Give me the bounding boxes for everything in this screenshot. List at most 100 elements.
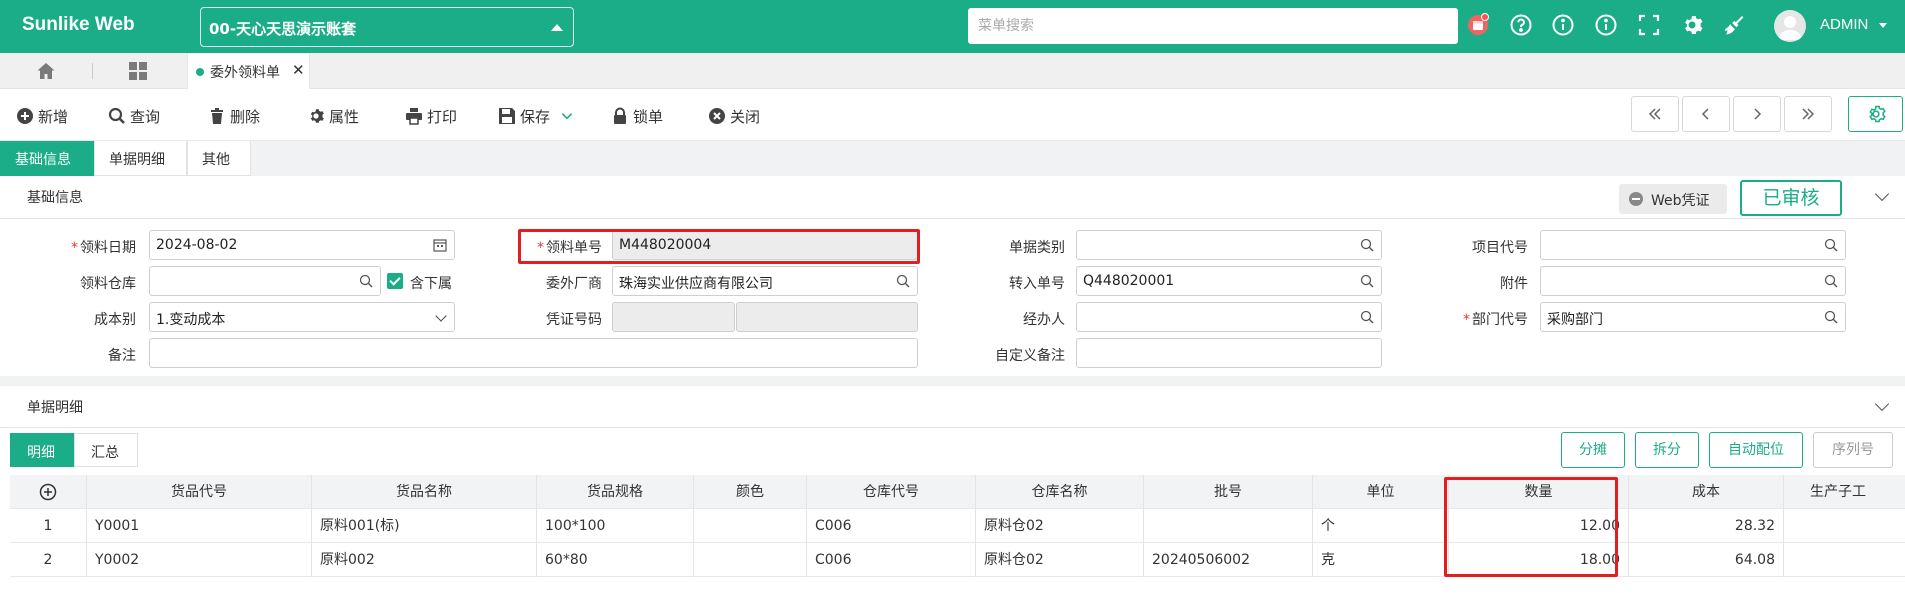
last-record-button[interactable] xyxy=(1784,96,1832,132)
tab-basic-info[interactable]: 基础信息 xyxy=(0,141,94,176)
user-name[interactable]: ADMIN xyxy=(1820,16,1868,33)
col-color[interactable]: 颜色 xyxy=(694,475,807,509)
tab-summary[interactable]: 汇总 xyxy=(74,433,138,467)
col-batch-no[interactable]: 批号 xyxy=(1144,475,1313,509)
web-voucher-button[interactable]: Web凭证 xyxy=(1619,184,1727,214)
col-unit[interactable]: 单位 xyxy=(1313,475,1449,509)
search-icon[interactable] xyxy=(359,274,373,288)
custom-remark-field[interactable] xyxy=(1076,338,1382,368)
warehouse-code-cell[interactable]: C006 xyxy=(807,509,976,543)
avatar[interactable] xyxy=(1774,10,1806,42)
color-cell[interactable] xyxy=(694,509,807,543)
caret-down-icon[interactable] xyxy=(1879,23,1887,28)
save-button[interactable]: 保存 xyxy=(498,105,574,127)
info-icon[interactable] xyxy=(1551,13,1575,37)
batch-no-cell[interactable] xyxy=(1144,509,1313,543)
serial-number-button[interactable]: 序列号 xyxy=(1813,432,1893,468)
delete-button[interactable]: 删除 xyxy=(208,105,260,127)
cost-type-select[interactable]: 1.变动成本 xyxy=(149,302,455,332)
warehouse-name-cell[interactable]: 原料仓02 xyxy=(976,509,1144,543)
cost-cell[interactable]: 64.08 xyxy=(1629,543,1784,577)
plus-circle-icon[interactable] xyxy=(39,483,57,501)
date-field[interactable]: 2024-08-02 xyxy=(149,230,455,260)
menu-search-input[interactable] xyxy=(968,8,1458,44)
chevron-down-icon[interactable] xyxy=(1874,396,1890,412)
item-name-cell[interactable]: 原料001(标) xyxy=(312,509,537,543)
col-warehouse-code[interactable]: 仓库代号 xyxy=(807,475,976,509)
search-icon[interactable] xyxy=(1360,274,1374,288)
warehouse-field[interactable] xyxy=(149,266,381,296)
cost-cell[interactable]: 28.32 xyxy=(1629,509,1784,543)
transfer-no-field[interactable]: Q448020001 xyxy=(1076,266,1382,296)
search-icon[interactable] xyxy=(1824,274,1838,288)
unit-cell[interactable]: 个 xyxy=(1313,509,1449,543)
print-button[interactable]: 打印 xyxy=(405,105,457,127)
production-sub-cell[interactable] xyxy=(1784,543,1905,577)
tab-document-details[interactable]: 单据明细 xyxy=(94,141,187,176)
add-row-cell[interactable] xyxy=(10,475,87,509)
attachment-field[interactable] xyxy=(1540,266,1846,296)
lock-button[interactable]: 锁单 xyxy=(611,105,663,127)
close-icon[interactable]: ✕ xyxy=(292,61,305,79)
settings-button[interactable] xyxy=(1848,96,1903,132)
add-button[interactable]: 新增 xyxy=(16,105,68,127)
divider xyxy=(92,63,93,79)
col-warehouse-name[interactable]: 仓库名称 xyxy=(976,475,1144,509)
project-code-field[interactable] xyxy=(1540,230,1846,260)
vendor-field[interactable]: 珠海实业供应商有限公司 xyxy=(612,266,918,296)
item-name-cell[interactable]: 原料002 xyxy=(312,543,537,577)
gear-icon[interactable] xyxy=(1680,13,1704,37)
grid-icon[interactable] xyxy=(128,61,148,85)
home-icon[interactable] xyxy=(36,61,56,85)
calendar-notification-icon[interactable] xyxy=(1466,13,1490,37)
search-icon[interactable] xyxy=(1360,310,1374,324)
split-button[interactable]: 拆分 xyxy=(1635,432,1699,468)
next-record-button[interactable] xyxy=(1733,96,1781,132)
fullscreen-icon[interactable] xyxy=(1637,13,1661,37)
properties-button[interactable]: 属性 xyxy=(307,105,359,127)
close-button[interactable]: 关闭 xyxy=(708,105,760,127)
col-cost[interactable]: 成本 xyxy=(1629,475,1784,509)
calendar-icon[interactable] xyxy=(433,238,447,252)
about-icon[interactable] xyxy=(1594,13,1618,37)
item-spec-cell[interactable]: 60*80 xyxy=(537,543,694,577)
help-icon[interactable] xyxy=(1509,13,1533,37)
handler-field[interactable] xyxy=(1076,302,1382,332)
tab-detail[interactable]: 明细 xyxy=(10,433,74,467)
doc-category-field[interactable] xyxy=(1076,230,1382,260)
include-sub-checkbox[interactable] xyxy=(387,273,403,289)
batch-no-cell[interactable]: 20240506002 xyxy=(1144,543,1313,577)
item-code-cell[interactable]: Y0002 xyxy=(87,543,312,577)
search-icon[interactable] xyxy=(1824,310,1838,324)
warehouse-name-cell[interactable]: 原料仓02 xyxy=(976,543,1144,577)
table-row[interactable]: 2 Y0002 原料002 60*80 C006 原料仓02 202405060… xyxy=(10,543,1905,577)
clean-brush-icon[interactable] xyxy=(1722,13,1746,37)
search-icon[interactable] xyxy=(1824,238,1838,252)
col-item-name[interactable]: 货品名称 xyxy=(312,475,537,509)
chevron-down-icon[interactable] xyxy=(435,310,447,322)
tab-outsource-requisition[interactable]: 委外领料单 ✕ xyxy=(187,53,310,89)
tab-other[interactable]: 其他 xyxy=(187,141,251,176)
prev-record-button[interactable] xyxy=(1682,96,1730,132)
first-record-button[interactable] xyxy=(1631,96,1679,132)
auto-locate-button[interactable]: 自动配位 xyxy=(1709,432,1803,468)
col-item-spec[interactable]: 货品规格 xyxy=(537,475,694,509)
account-selector[interactable]: 00-天心天思演示账套 xyxy=(200,7,574,47)
item-spec-cell[interactable]: 100*100 xyxy=(537,509,694,543)
search-icon[interactable] xyxy=(896,274,910,288)
table-row[interactable]: 1 Y0001 原料001(标) 100*100 C006 原料仓02 个 12… xyxy=(10,509,1905,543)
chevron-down-icon[interactable] xyxy=(560,109,574,123)
col-production-sub[interactable]: 生产子工 xyxy=(1784,475,1905,509)
allocate-button[interactable]: 分摊 xyxy=(1561,432,1625,468)
col-item-code[interactable]: 货品代号 xyxy=(87,475,312,509)
search-icon[interactable] xyxy=(1360,238,1374,252)
production-sub-cell[interactable] xyxy=(1784,509,1905,543)
unit-cell[interactable]: 克 xyxy=(1313,543,1449,577)
warehouse-code-cell[interactable]: C006 xyxy=(807,543,976,577)
item-code-cell[interactable]: Y0001 xyxy=(87,509,312,543)
color-cell[interactable] xyxy=(694,543,807,577)
query-button[interactable]: 查询 xyxy=(108,105,160,127)
dept-code-field[interactable]: 采购部门 xyxy=(1540,302,1846,332)
remark-field[interactable] xyxy=(149,338,918,368)
chevron-down-icon[interactable] xyxy=(1874,186,1890,202)
